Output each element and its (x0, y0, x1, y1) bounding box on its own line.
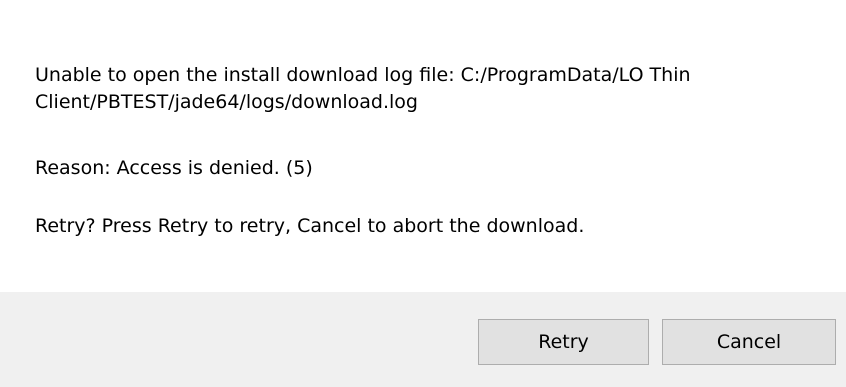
dialog-content: Unable to open the install download log … (0, 0, 846, 292)
error-dialog: Unable to open the install download log … (0, 0, 846, 387)
retry-prompt: Retry? Press Retry to retry, Cancel to a… (35, 215, 585, 237)
cancel-button[interactable]: Cancel (662, 319, 836, 365)
error-reason: Reason: Access is denied. (5) (35, 157, 313, 179)
retry-button[interactable]: Retry (478, 319, 649, 365)
dialog-button-bar: Retry Cancel (0, 292, 846, 387)
error-message-line-2: Client/PBTEST/jade64/logs/download.log (35, 91, 418, 113)
error-message-line-1: Unable to open the install download log … (35, 64, 691, 86)
